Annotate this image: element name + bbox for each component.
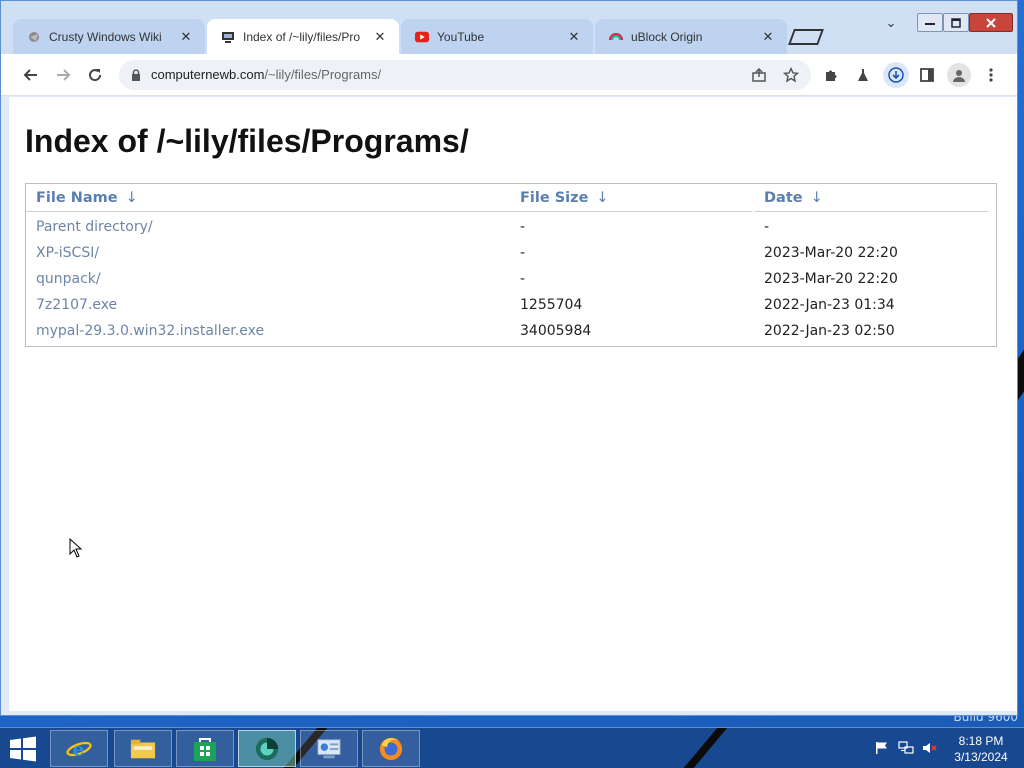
file-link[interactable]: mypal-29.3.0.win32.installer.exe [26, 323, 510, 339]
maximize-button[interactable] [943, 13, 969, 32]
folder-icon [130, 736, 156, 762]
column-label: File Size [520, 189, 589, 206]
wiki-favicon-icon [27, 30, 41, 44]
firefox-icon [378, 736, 404, 762]
lock-icon[interactable] [129, 67, 143, 83]
close-icon[interactable]: ✕ [567, 29, 581, 44]
close-icon[interactable]: ✕ [761, 29, 775, 44]
mouse-cursor-icon [69, 538, 83, 558]
extensions-puzzle-icon[interactable] [819, 63, 843, 87]
tab-crusty-windows-wiki[interactable]: Crusty Windows Wiki ✕ [13, 19, 205, 54]
taskbar-firefox[interactable] [362, 730, 420, 767]
new-tab-button[interactable] [788, 29, 824, 45]
page-title: Index of /~lily/files/Programs/ [25, 123, 469, 159]
file-size: - [520, 271, 526, 287]
table-header: File Name ↓ File Size ↓ Date ↓ [26, 184, 996, 212]
tab-title: uBlock Origin [631, 29, 703, 44]
back-arrow-icon[interactable] [19, 63, 43, 87]
start-windows-logo-icon[interactable] [8, 736, 38, 762]
clock-date: 3/13/2024 [954, 750, 1008, 764]
tab-search-chevron-icon[interactable]: ⌄ [881, 13, 901, 33]
file-date: 2022-Jan-23 02:50 [764, 323, 895, 339]
table-row: qunpack/ - 2023-Mar-20 22:20 [26, 266, 996, 292]
action-center-flag-icon[interactable] [874, 740, 890, 756]
volume-muted-icon[interactable] [922, 740, 938, 756]
taskbar-browser[interactable] [238, 730, 296, 767]
sort-arrow-icon: ↓ [125, 189, 138, 206]
url-host: computernewb.com [151, 67, 265, 82]
close-icon[interactable]: ✕ [373, 29, 387, 44]
table-row: Parent directory/ - - [26, 214, 996, 240]
computer-favicon-icon [221, 30, 235, 44]
network-icon[interactable] [898, 740, 914, 756]
taskbar-store[interactable] [176, 730, 234, 767]
share-icon[interactable] [749, 65, 769, 85]
page-content: Index of /~lily/files/Programs/ File Nam… [9, 97, 1017, 711]
svg-text:e: e [73, 739, 85, 760]
tab-ublock-origin[interactable]: uBlock Origin ✕ [595, 19, 787, 54]
url-path: /~lily/files/Programs/ [264, 67, 382, 82]
reload-icon[interactable] [83, 63, 107, 87]
file-size: 1255704 [520, 297, 583, 313]
file-link[interactable]: Parent directory/ [26, 219, 510, 235]
download-icon[interactable] [883, 62, 909, 88]
file-date: 2023-Mar-20 22:20 [764, 271, 898, 287]
file-size: 34005984 [520, 323, 592, 339]
file-date: 2022-Jan-23 01:34 [764, 297, 895, 313]
file-link[interactable]: 7z2107.exe [26, 297, 510, 313]
address-bar[interactable]: computernewb.com/~lily/files/Programs/ [119, 60, 811, 90]
tab-index-of-programs[interactable]: Index of /~lily/files/Pro ✕ [207, 19, 399, 54]
url-text[interactable]: computernewb.com/~lily/files/Programs/ [151, 67, 381, 82]
taskbar-file-explorer[interactable] [114, 730, 172, 767]
column-header-file-size[interactable]: File Size ↓ [510, 184, 752, 212]
column-label: File Name [36, 189, 118, 206]
store-bag-icon [192, 736, 218, 762]
file-link[interactable]: XP-iSCSI/ [26, 245, 510, 261]
table-body: Parent directory/ - - XP-iSCSI/ - 2023-M… [26, 212, 996, 346]
table-row: mypal-29.3.0.win32.installer.exe 3400598… [26, 318, 996, 344]
bookmark-star-icon[interactable] [781, 65, 801, 85]
browser-window: Crusty Windows Wiki ✕ Index of /~lily/fi… [0, 0, 1018, 716]
file-size: - [520, 219, 526, 235]
tab-title: YouTube [437, 29, 485, 44]
sort-arrow-icon: ↓ [596, 189, 609, 206]
forward-arrow-icon[interactable] [51, 63, 75, 87]
tab-strip: Crusty Windows Wiki ✕ Index of /~lily/fi… [1, 1, 1017, 54]
profile-avatar-icon[interactable] [947, 63, 971, 87]
table-row: XP-iSCSI/ - 2023-Mar-20 22:20 [26, 240, 996, 266]
ublock-favicon-icon [609, 30, 623, 44]
browser-toolbar: computernewb.com/~lily/files/Programs/ [1, 54, 1017, 96]
kebab-menu-icon[interactable] [979, 63, 1003, 87]
tab-title: Index of /~lily/files/Pro [243, 29, 361, 44]
close-icon[interactable]: ✕ [179, 29, 193, 44]
taskbar-decoration [682, 728, 728, 768]
clock-time: 8:18 PM [958, 734, 1004, 748]
tab-youtube[interactable]: YouTube ✕ [401, 19, 593, 54]
youtube-favicon-icon [415, 30, 429, 44]
column-header-date[interactable]: Date ↓ [754, 184, 988, 212]
file-date: - [764, 219, 770, 235]
column-header-file-name[interactable]: File Name ↓ [26, 184, 510, 212]
file-date: 2023-Mar-20 22:20 [764, 245, 898, 261]
minimize-button[interactable] [917, 13, 943, 32]
side-panel-icon[interactable] [915, 63, 939, 87]
file-size: - [520, 245, 526, 261]
sort-arrow-icon: ↓ [810, 189, 823, 206]
internet-explorer-icon: e [66, 736, 92, 762]
file-link[interactable]: qunpack/ [26, 271, 510, 287]
column-label: Date [764, 189, 803, 206]
taskbar: e [0, 727, 1024, 768]
taskbar-internet-explorer[interactable]: e [50, 730, 108, 767]
taskbar-clock[interactable]: 8:18 PM 3/13/2024 [946, 733, 1016, 765]
file-listing-table: File Name ↓ File Size ↓ Date ↓ Parent di… [25, 183, 997, 347]
window-close-button[interactable] [969, 13, 1013, 32]
browser-app-icon [254, 736, 280, 762]
labs-flask-icon[interactable] [851, 63, 875, 87]
table-row: 7z2107.exe 1255704 2022-Jan-23 01:34 [26, 292, 996, 318]
control-panel-icon [316, 736, 342, 762]
tab-title: Crusty Windows Wiki [49, 29, 162, 44]
taskbar-control-panel[interactable] [300, 730, 358, 767]
